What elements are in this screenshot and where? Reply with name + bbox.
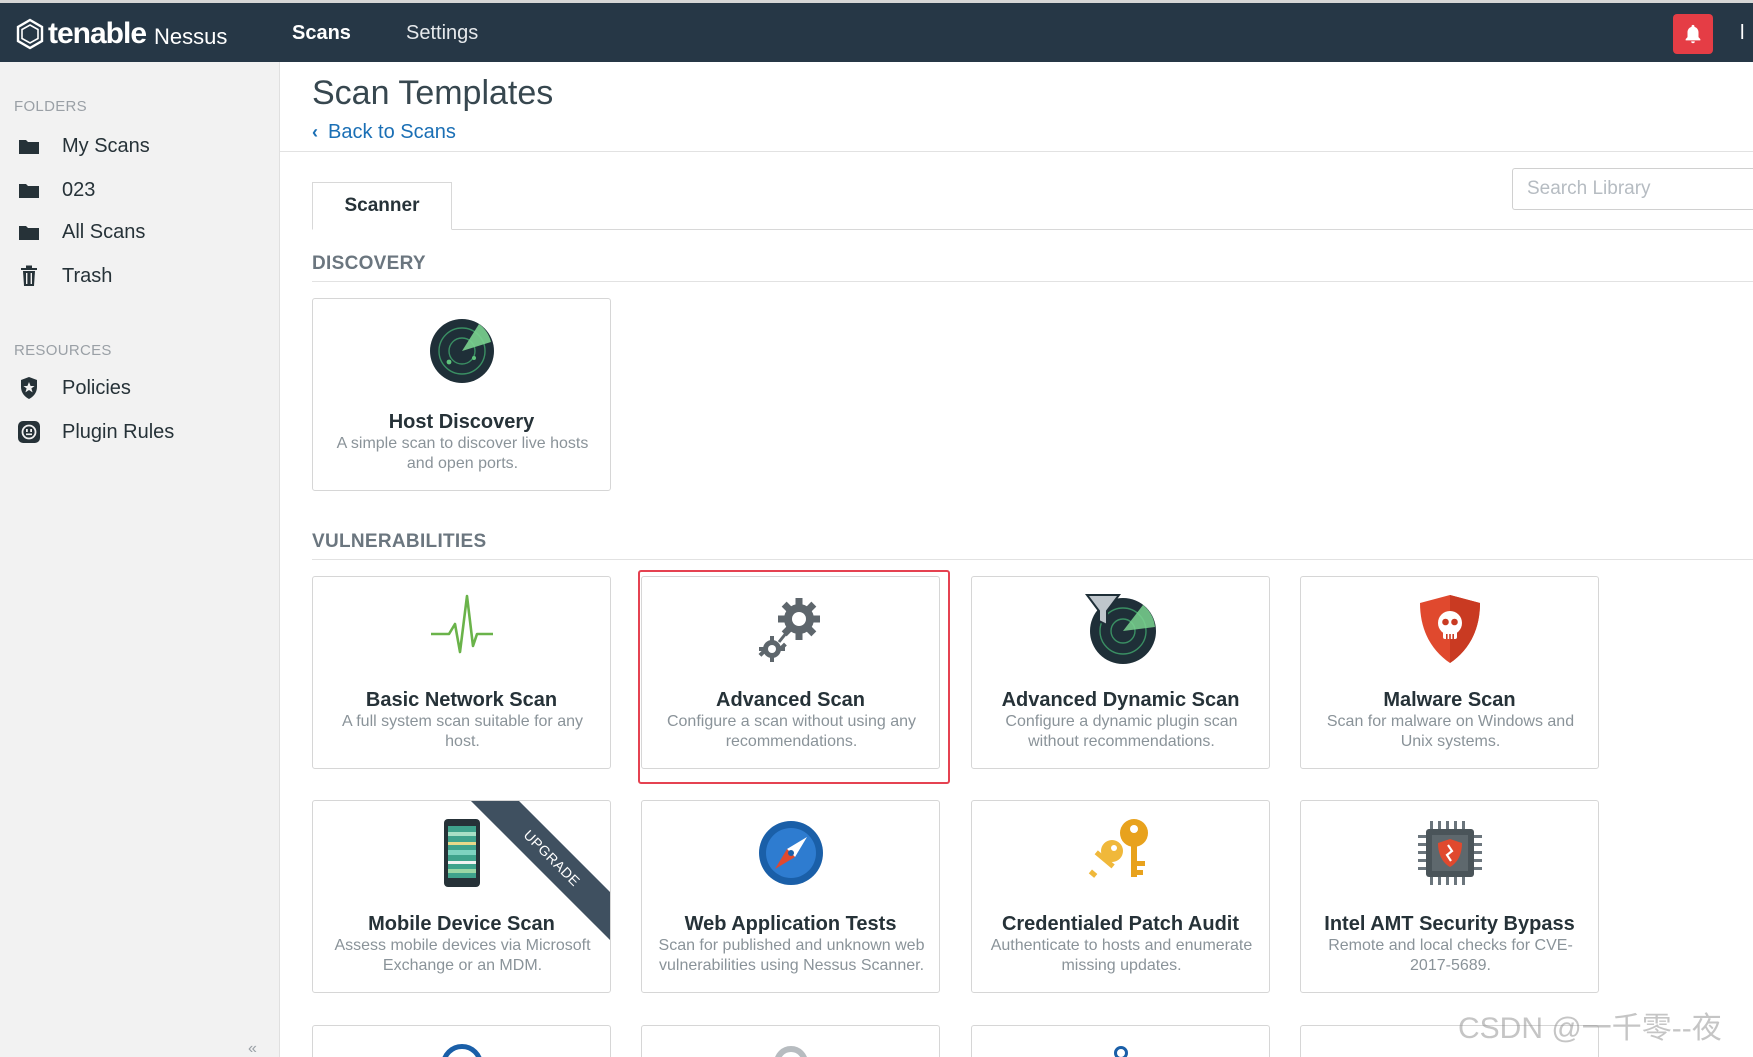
folder-icon	[14, 134, 44, 158]
card-title: Web Application Tests	[684, 913, 897, 935]
brand-name: tenable	[48, 17, 147, 50]
watermark: CSDN @一千零--夜	[1458, 1012, 1722, 1045]
sidebar-item-policies[interactable]: Policies	[14, 371, 264, 405]
nav-scans[interactable]: Scans	[292, 22, 351, 45]
template-card-credentialed-patch-audit[interactable]: Credentialed Patch Audit Authenticate to…	[971, 800, 1270, 993]
template-card-partial[interactable]	[971, 1025, 1270, 1057]
person-icon	[1114, 1046, 1128, 1057]
card-title: Intel AMT Security Bypass	[1324, 913, 1575, 935]
template-card-partial[interactable]	[312, 1025, 611, 1057]
tab-divider	[312, 229, 1753, 230]
sidebar-item-label: Plugin Rules	[62, 420, 175, 443]
keys-icon	[972, 815, 1269, 891]
card-title: Advanced Dynamic Scan	[1001, 689, 1240, 711]
card-title: Mobile Device Scan	[368, 913, 555, 935]
chip-icon	[1301, 815, 1598, 891]
template-card-web-application-tests[interactable]: Web Application Tests Scan for published…	[641, 800, 940, 993]
template-card-advanced-dynamic-scan[interactable]: Advanced Dynamic Scan Configure a dynami…	[971, 576, 1270, 769]
skull-shield-icon	[1301, 591, 1598, 667]
card-description: A full system scan suitable for any host…	[342, 713, 583, 750]
plugin-rules-icon	[14, 420, 44, 444]
tab-scanner[interactable]: Scanner	[312, 182, 452, 230]
header-divider	[280, 151, 1753, 152]
section-title-discovery: DISCOVERY	[312, 253, 426, 274]
sidebar-item-023[interactable]: 023	[14, 173, 264, 207]
card-title: Basic Network Scan	[365, 689, 558, 711]
sidebar-item-label: All Scans	[62, 220, 146, 243]
template-card-basic-network-scan[interactable]: Basic Network Scan A full system scan su…	[312, 576, 611, 769]
folders-heading: FOLDERS	[14, 98, 87, 115]
folder-icon	[14, 220, 44, 244]
shield-icon	[441, 1044, 483, 1057]
card-description: Configure a dynamic plugin scan without …	[1005, 713, 1238, 750]
tenable-logo-icon	[16, 18, 44, 50]
trash-icon	[14, 264, 44, 288]
sidebar-item-trash[interactable]: Trash	[14, 259, 264, 293]
card-description: Scan for malware on Windows and Unix sys…	[1326, 713, 1575, 750]
user-menu[interactable]: l	[1740, 22, 1744, 45]
card-description: A simple scan to discover live hosts and…	[336, 435, 589, 472]
search-library-input[interactable]	[1512, 168, 1753, 210]
card-description: Configure a scan without using any recom…	[666, 713, 917, 750]
gears-icon	[642, 591, 939, 667]
card-description: Scan for published and unknown web vulne…	[658, 937, 925, 974]
nav-settings[interactable]: Settings	[406, 22, 478, 45]
sidebar-item-all-scans[interactable]: All Scans	[14, 215, 264, 249]
notifications-button[interactable]	[1673, 14, 1713, 54]
template-card-advanced-scan[interactable]: Advanced Scan Configure a scan without u…	[641, 576, 940, 769]
sidebar: FOLDERS My Scans 023 All Scans Trash RES…	[0, 62, 280, 1057]
card-title: Credentialed Patch Audit	[1001, 913, 1240, 935]
template-card-malware-scan[interactable]: Malware Scan Scan for malware on Windows…	[1300, 576, 1599, 769]
template-card-partial[interactable]	[641, 1025, 940, 1057]
sidebar-item-label: My Scans	[62, 134, 150, 157]
top-navbar: tenable Nessus Scans Settings l	[0, 0, 1753, 62]
resources-heading: RESOURCES	[14, 342, 112, 359]
template-card-mobile-device-scan[interactable]: UPGRADE Mobile Device Scan Assess mobile…	[312, 800, 611, 993]
card-description: Remote and local checks for CVE-2017-568…	[1328, 937, 1573, 974]
card-description: Authenticate to hosts and enumerate miss…	[990, 937, 1253, 974]
sidebar-item-label: 023	[62, 178, 96, 201]
chevron-left-icon: ‹	[312, 122, 318, 142]
folder-icon	[14, 178, 44, 202]
section-divider	[312, 559, 1753, 560]
section-title-vulnerabilities: VULNERABILITIES	[312, 531, 487, 552]
radar-icon	[313, 313, 610, 389]
gear-icon	[774, 1046, 808, 1057]
sidebar-item-label: Policies	[62, 376, 131, 399]
back-link-label: Back to Scans	[328, 121, 456, 143]
bell-icon	[1685, 24, 1701, 44]
back-to-scans-link[interactable]: ‹ Back to Scans	[312, 121, 456, 144]
compass-icon	[642, 815, 939, 891]
sidebar-item-label: Trash	[62, 264, 113, 287]
card-description: Assess mobile devices via Microsoft Exch…	[334, 937, 591, 974]
heartbeat-icon	[313, 591, 610, 667]
policy-shield-icon	[14, 376, 44, 400]
sidebar-item-plugin-rules[interactable]: Plugin Rules	[14, 415, 264, 449]
page-title: Scan Templates	[312, 74, 554, 112]
sidebar-item-my-scans[interactable]: My Scans	[14, 129, 264, 163]
card-title: Advanced Scan	[716, 689, 865, 711]
radar-filter-icon	[972, 591, 1269, 667]
tenable-logo[interactable]: tenable Nessus	[14, 17, 227, 51]
card-title: Malware Scan	[1383, 689, 1516, 711]
collapse-sidebar-button[interactable]: «	[248, 1040, 257, 1057]
section-divider	[312, 281, 1753, 282]
product-name: Nessus	[154, 24, 228, 49]
card-title: Host Discovery	[388, 411, 535, 433]
template-card-intel-amt-security-bypass[interactable]: Intel AMT Security Bypass Remote and loc…	[1300, 800, 1599, 993]
template-card-host-discovery[interactable]: Host Discovery A simple scan to discover…	[312, 298, 611, 491]
